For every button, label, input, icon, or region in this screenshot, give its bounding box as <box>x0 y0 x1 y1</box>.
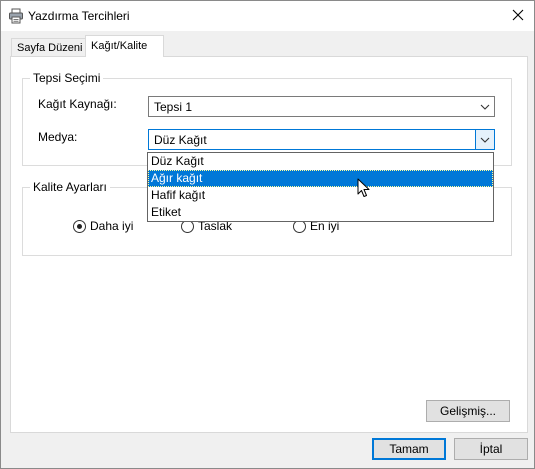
ok-button[interactable]: Tamam <box>372 438 446 460</box>
cancel-button[interactable]: İptal <box>454 438 528 460</box>
chevron-down-icon[interactable] <box>475 130 494 149</box>
print-preferences-dialog: Yazdırma Tercihleri Sayfa Düzeni Kağıt/K… <box>0 0 535 469</box>
paper-source-value: Tepsi 1 <box>154 100 193 114</box>
tab-page-layout[interactable]: Sayfa Düzeni <box>11 38 88 57</box>
tab-paper-quality[interactable]: Kağıt/Kalite <box>85 35 164 57</box>
media-option-light[interactable]: Hafif kağıt <box>148 187 493 204</box>
media-label: Medya: <box>38 130 78 144</box>
paper-source-label: Kağıt Kaynağı: <box>38 97 117 111</box>
media-value: Düz Kağıt <box>154 133 207 147</box>
window-title: Yazdırma Tercihleri <box>28 9 130 23</box>
media-dropdown-list: Düz Kağıt Ağır kağıt Hafif kağıt Etiket <box>147 152 494 222</box>
radio-dot <box>77 224 82 229</box>
tab-panel: Tepsi Seçimi Kağıt Kaynağı: Tepsi 1 Medy… <box>10 56 528 433</box>
media-option-heavy[interactable]: Ağır kağıt <box>148 170 493 187</box>
paper-source-select[interactable]: Tepsi 1 <box>148 96 495 117</box>
close-icon <box>512 9 524 24</box>
tray-group-label: Tepsi Seçimi <box>30 71 104 85</box>
title-bar: Yazdırma Tercihleri <box>1 1 534 31</box>
advanced-button[interactable]: Gelişmiş... <box>426 400 510 422</box>
mouse-pointer-icon <box>357 178 371 202</box>
chevron-down-icon <box>476 97 494 116</box>
printer-icon <box>8 8 24 24</box>
close-button[interactable] <box>502 1 534 31</box>
media-option-label[interactable]: Etiket <box>148 204 493 221</box>
radio-circle <box>73 220 86 233</box>
radio-better-label: Daha iyi <box>90 219 134 233</box>
media-option-plain[interactable]: Düz Kağıt <box>148 153 493 170</box>
quality-group-label: Kalite Ayarları <box>30 180 110 194</box>
media-select[interactable]: Düz Kağıt <box>148 129 495 150</box>
